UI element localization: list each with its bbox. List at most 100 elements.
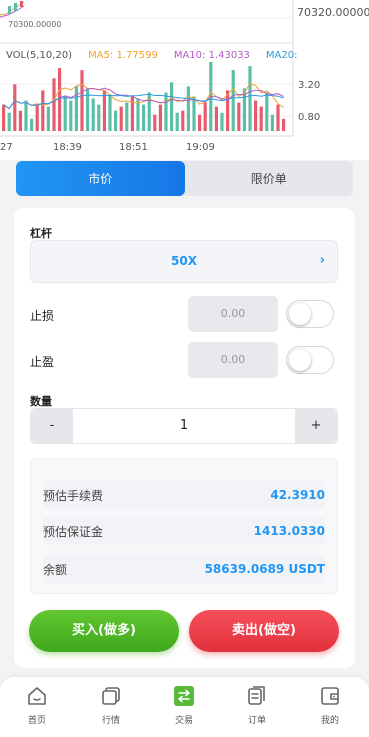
- margin-label: 预估保证金: [43, 524, 104, 539]
- volume-bar: [91, 98, 95, 131]
- candle: [14, 3, 17, 11]
- tab-limit[interactable]: 限价单: [185, 161, 354, 196]
- volume-bar: [41, 90, 45, 131]
- balance-label: 余额: [43, 562, 68, 577]
- volume-bar: [13, 84, 17, 131]
- volume-legend: VOL(5,10,20) MA5: 1.77599 MA10: 1.43033 …: [6, 50, 297, 61]
- stop-loss-toggle[interactable]: [286, 300, 334, 328]
- volume-bar: [282, 118, 286, 131]
- volume-bar: [276, 104, 280, 131]
- nav-label: 交易: [174, 716, 193, 726]
- vol-label: VOL(5,10,20): [6, 50, 73, 61]
- nav-label: 订单: [247, 716, 266, 726]
- volume-bar: [114, 110, 118, 131]
- wallet-icon: [321, 687, 339, 705]
- volume-bar: [119, 106, 123, 131]
- volume-bar: [35, 104, 39, 131]
- volume-bar: [52, 78, 56, 131]
- volume-bar: [97, 104, 101, 131]
- nav-item-profile[interactable]: 我的: [300, 685, 360, 726]
- home-icon: [28, 687, 46, 705]
- kline-chart[interactable]: 70320.00000 70300.00000 VOL(5,10,20) MA5…: [0, 0, 369, 160]
- bottom-nav: 首页 行情 交易 订单 我的: [0, 677, 369, 737]
- take-profit-label: 止盈: [30, 355, 55, 369]
- volume-bar: [24, 100, 28, 131]
- stop-loss-input[interactable]: 0.00: [188, 296, 278, 332]
- quantity-input[interactable]: 1: [73, 409, 295, 443]
- fee-label: 预估手续费: [43, 488, 104, 503]
- volume-bar: [186, 86, 190, 131]
- price-top-right: 70320.00000: [297, 6, 369, 19]
- volume-bar: [198, 114, 202, 131]
- take-profit-toggle[interactable]: [286, 346, 334, 374]
- ma10-label: MA10: 1.43033: [173, 50, 250, 61]
- volume-bar: [203, 102, 207, 131]
- leverage-selector[interactable]: 50X ›: [30, 240, 338, 283]
- nav-item-trade[interactable]: 交易: [154, 685, 214, 726]
- candle: [8, 6, 11, 14]
- volume-bar: [2, 104, 6, 131]
- volume-bar: [63, 96, 67, 131]
- order-summary: 预估手续费 42.3910 预估保证金 1413.0330 余额 58639.0…: [30, 458, 338, 594]
- volume-bar: [254, 100, 258, 131]
- volume-bar: [170, 82, 174, 131]
- order-type-tabs: 市价 限价单: [16, 161, 353, 196]
- time-label: 19:09: [186, 142, 215, 153]
- volume-bar: [153, 114, 157, 131]
- volume-bar: [181, 110, 185, 131]
- quantity-increase-button[interactable]: +: [295, 409, 337, 443]
- volume-bar: [270, 114, 274, 131]
- ma5-label: MA5: 1.77599: [88, 50, 158, 61]
- price-left-label: 70300.00000: [8, 20, 62, 29]
- volume-bar: [231, 70, 235, 131]
- nav-item-market[interactable]: 行情: [81, 685, 141, 726]
- nav-label: 行情: [101, 716, 120, 726]
- sell-short-button[interactable]: 卖出(做空): [189, 610, 339, 652]
- volume-bar: [192, 96, 196, 131]
- nav-item-orders[interactable]: 订单: [227, 685, 287, 726]
- quantity-decrease-button[interactable]: -: [31, 409, 73, 443]
- buy-long-button[interactable]: 买入(做多): [29, 610, 179, 652]
- order-icon: [248, 686, 265, 705]
- time-label: 18:39: [53, 142, 82, 153]
- time-label: 27: [0, 142, 13, 153]
- chevron-right-icon: ›: [319, 253, 325, 268]
- vol-tick-high: 3.20: [298, 80, 321, 91]
- balance-value: 58639.0689 USDT: [204, 562, 325, 576]
- nav-item-home[interactable]: 首页: [7, 685, 67, 726]
- stop-loss-label: 止损: [30, 309, 55, 323]
- summary-row-fee: 预估手续费 42.3910: [43, 481, 325, 509]
- volume-bar: [58, 68, 62, 131]
- volume-bar: [237, 102, 241, 131]
- ma20-label: MA20:: [265, 50, 298, 61]
- margin-value: 1413.0330: [253, 524, 325, 538]
- leverage-value: 50X: [171, 254, 197, 268]
- vol-tick-low: 0.80: [298, 112, 321, 123]
- volume-bar: [18, 110, 22, 131]
- volume-bar: [108, 94, 112, 131]
- volume-bar: [125, 102, 129, 131]
- fee-value: 42.3910: [270, 488, 325, 502]
- volume-bar: [220, 112, 224, 131]
- nav-label: 我的: [320, 716, 339, 726]
- volume-bar: [102, 90, 106, 131]
- tab-market[interactable]: 市价: [16, 161, 185, 196]
- volume-bar: [80, 70, 84, 131]
- quantity-stepper: - 1 +: [30, 408, 338, 444]
- toggle-knob: [289, 349, 311, 371]
- take-profit-input[interactable]: 0.00: [188, 342, 278, 378]
- price-ma-line: [0, 5, 25, 18]
- nav-label: 首页: [27, 716, 46, 726]
- candle: [20, 1, 23, 7]
- volume-bar: [265, 92, 269, 131]
- volume-bar: [7, 112, 11, 131]
- quantity-label: 数量: [30, 395, 52, 408]
- volume-bar: [175, 112, 179, 131]
- summary-row-margin: 预估保证金 1413.0330: [43, 517, 325, 545]
- volume-bar: [147, 92, 151, 131]
- volume-bar: [74, 86, 78, 131]
- order-form-card: 杠杆 50X › 止损 0.00 止盈 0.00 数量 - 1 + 预估手续费 …: [14, 208, 355, 668]
- volume-bar: [46, 106, 50, 131]
- volume-bar: [30, 118, 34, 131]
- market-icon: [102, 687, 120, 705]
